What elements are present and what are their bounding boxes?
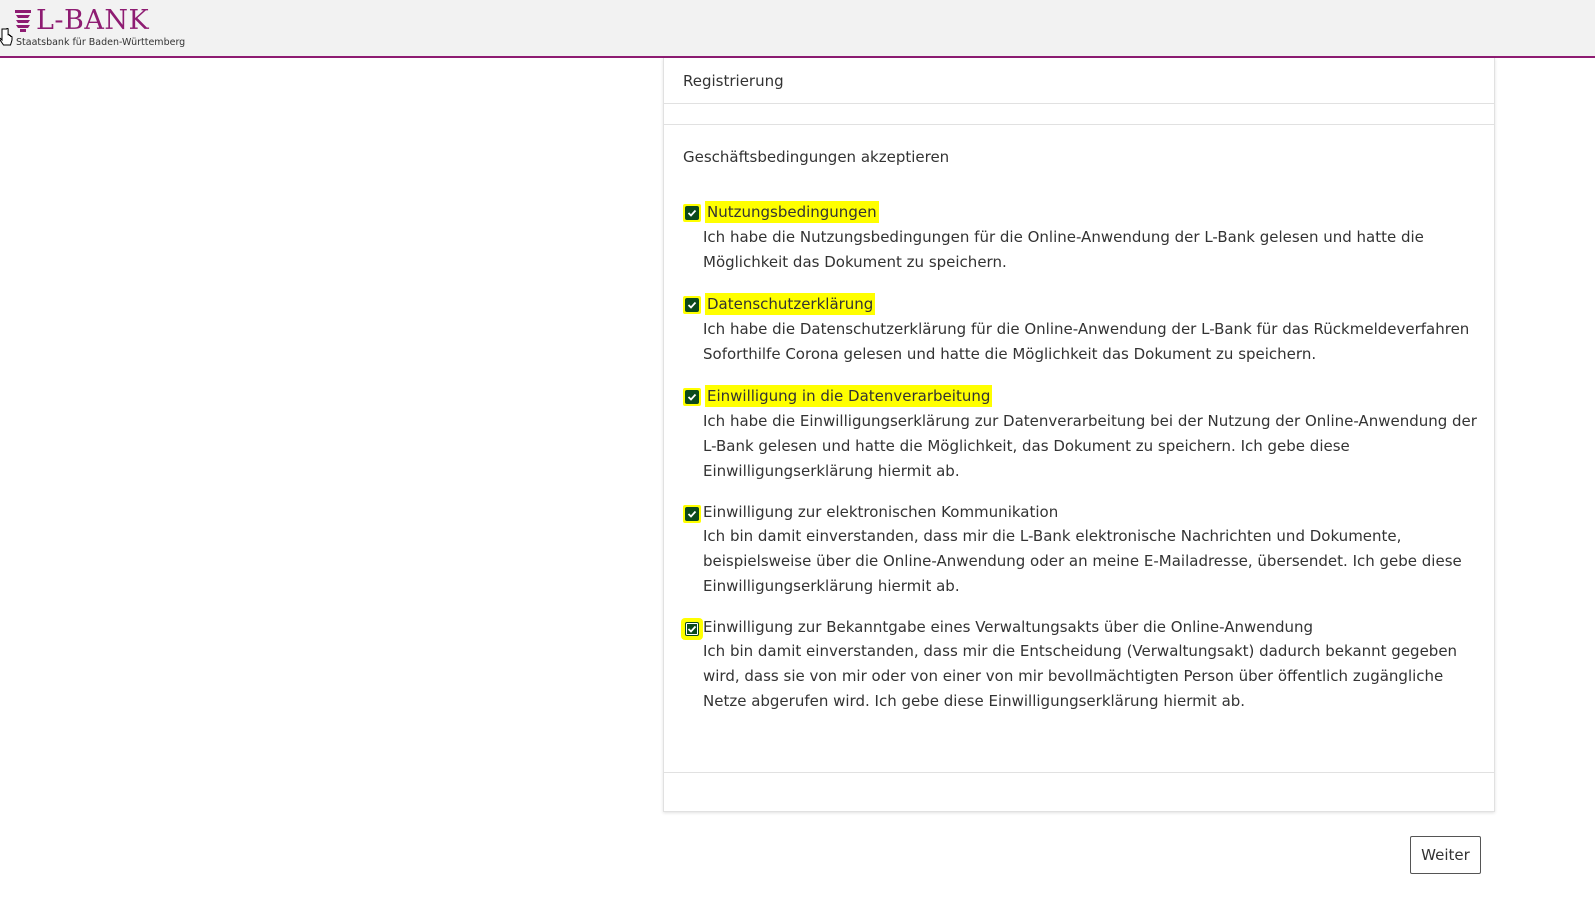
terms-item-usage: Nutzungsbedingungen Ich habe die Nutzung… (683, 201, 1474, 275)
label-privacy[interactable]: Datenschutzerklärung (705, 293, 876, 315)
card-divider (664, 104, 1494, 125)
checkmark-icon (687, 625, 697, 633)
checkmark-icon (687, 393, 697, 401)
checkbox-privacy[interactable] (683, 296, 701, 314)
terms-item-privacy: Datenschutzerklärung Ich habe die Datens… (683, 293, 1474, 367)
checkbox-usage-terms[interactable] (683, 204, 701, 222)
checkbox-administrative-act[interactable] (683, 620, 701, 638)
checkmark-icon (687, 209, 697, 217)
text-administrative-act: Ich bin damit einverstanden, dass mir di… (703, 642, 1458, 710)
label-electronic-communication[interactable]: Einwilligung zur elektronischen Kommunik… (703, 502, 1058, 522)
checkbox-data-processing[interactable] (683, 388, 701, 406)
card-body: Geschäftsbedingungen akzeptieren Nutzung… (664, 125, 1494, 714)
checkbox-electronic-communication[interactable] (683, 505, 701, 523)
logo-subtitle: Staatsbank für Baden-Württemberg (16, 37, 186, 48)
label-administrative-act[interactable]: Einwilligung zur Bekanntgabe eines Verwa… (703, 617, 1313, 637)
terms-item-administrative-act: Einwilligung zur Bekanntgabe eines Verwa… (683, 617, 1474, 714)
label-usage-terms[interactable]: Nutzungsbedingungen (705, 201, 879, 223)
text-usage-terms: Ich habe die Nutzungsbedingungen für die… (703, 228, 1424, 271)
logo-text: L-BANK (36, 5, 150, 36)
checkmark-icon (687, 510, 697, 518)
logo-row: L-BANK (14, 6, 185, 36)
card-title: Registrierung (664, 58, 1494, 104)
terms-item-electronic-communication: Einwilligung zur elektronischen Kommunik… (683, 502, 1474, 599)
hand-cursor-icon (0, 28, 13, 46)
checkmark-icon (687, 301, 697, 309)
top-header: L-BANK Staatsbank für Baden-Württemberg (0, 0, 1595, 58)
section-title: Geschäftsbedingungen akzeptieren (683, 148, 950, 166)
next-button[interactable]: Weiter (1410, 836, 1481, 874)
registration-card: Registrierung Geschäftsbedingungen akzep… (663, 58, 1495, 812)
terms-item-data-processing: Einwilligung in die Datenverarbeitung Ic… (683, 385, 1477, 484)
label-data-processing[interactable]: Einwilligung in die Datenverarbeitung (705, 385, 993, 407)
l-bank-logo[interactable]: L-BANK Staatsbank für Baden-Württemberg (14, 6, 185, 50)
text-data-processing: Ich habe die Einwilligungserklärung zur … (703, 412, 1477, 480)
text-electronic-communication: Ich bin damit einverstanden, dass mir di… (703, 527, 1462, 595)
crest-icon (15, 10, 31, 32)
text-privacy: Ich habe die Datenschutzerklärung für di… (703, 320, 1470, 363)
card-footer (664, 772, 1494, 773)
